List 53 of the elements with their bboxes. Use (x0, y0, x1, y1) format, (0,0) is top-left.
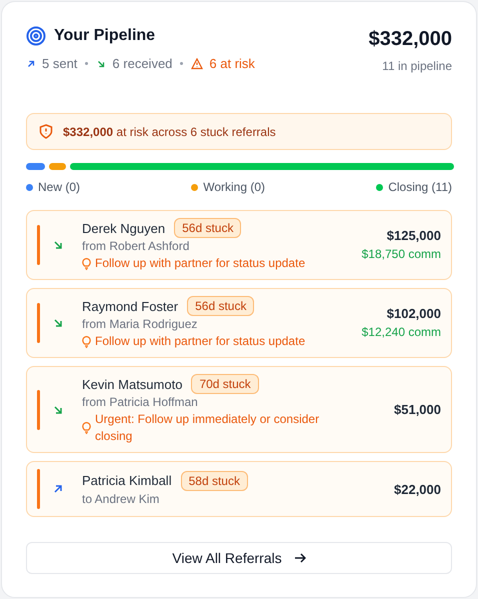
referral-card[interactable]: Patricia Kimball 58d stuck to Andrew Kim $22,000 (26, 461, 452, 517)
warning-icon (191, 58, 204, 70)
referral-partner: to Andrew Kim (82, 490, 160, 508)
arrow-up-right-icon (52, 483, 64, 495)
referral-partner: from Maria Rodriguez (82, 316, 198, 333)
referral-amount: $125,000 (386, 227, 441, 244)
referral-name: Raymond Foster (82, 298, 178, 314)
referral-name: Kevin Matsumoto (82, 376, 182, 392)
referral-partner: from Robert Ashford (82, 238, 190, 255)
accent-bar (37, 303, 40, 343)
stuck-badge: 56d stuck (187, 296, 254, 316)
stuck-badge: 70d stuck (191, 374, 259, 394)
stat-label: 6 received (112, 55, 172, 73)
lightbulb-icon (82, 336, 91, 348)
referral-card[interactable]: Derek Nguyen 56d stuck from Robert Ashford Follow up with partner for status update $125,000 $18,750 comm (26, 210, 452, 280)
stuck-badge: 56d stuck (174, 218, 242, 238)
stage-label: Working (0) (203, 179, 265, 196)
referral-commission: $18,750 comm (362, 246, 441, 263)
arrow-up-right-icon (26, 58, 36, 69)
risk-alert-text: $332,000 at risk across 6 stuck referrals (63, 124, 276, 140)
card-title: Your Pipeline (54, 26, 156, 46)
lightbulb-icon (82, 258, 91, 270)
accent-bar (37, 225, 40, 265)
stuck-badge: 58d stuck (180, 470, 248, 490)
lightbulb-icon (82, 422, 91, 434)
target-icon (26, 26, 46, 46)
referral-card[interactable]: Kevin Matsumoto 70d stuck from Patricia Hoffman Urgent: Follow up immediately or consider closing $51,000 (26, 366, 452, 453)
referral-partner: from Patricia Hoffman (82, 394, 199, 411)
referral-commission: $12,240 comm (362, 324, 441, 341)
shield-icon (39, 124, 53, 139)
stat-label: 5 sent (42, 55, 78, 73)
accent-bar (37, 469, 40, 509)
referral-tip: Urgent: Follow up immediately or consider closing (95, 411, 320, 445)
stage-label: New (0) (38, 179, 80, 196)
referral-amount: $102,000 (386, 305, 441, 322)
referral-tip: Follow up with partner for status update (95, 333, 306, 350)
arrow-down-right-icon (52, 404, 64, 416)
view-all-button[interactable]: View All Referrals (26, 542, 452, 574)
referral-name: Derek Nguyen (82, 220, 166, 236)
referral-name: Patricia Kimball (82, 472, 172, 489)
pipeline-total: $332,000 (368, 27, 452, 52)
stat-label: 6 at risk (209, 55, 255, 73)
arrow-right-icon (294, 552, 306, 564)
referral-card[interactable]: Raymond Foster 56d stuck from Maria Rodriguez Follow up with partner for status update $102,000 $12,240 comm (26, 288, 452, 358)
arrow-down-right-icon (52, 239, 64, 251)
accent-bar (37, 390, 40, 430)
referral-amount: $22,000 (394, 480, 441, 498)
arrow-down-right-icon (96, 58, 106, 69)
referral-tip: Follow up with partner for status update (95, 255, 306, 272)
arrow-down-right-icon (52, 317, 64, 329)
referral-amount: $51,000 (394, 401, 441, 418)
stage-label: Closing (11) (388, 179, 452, 196)
pipeline-count: 11 in pipeline (382, 58, 452, 75)
